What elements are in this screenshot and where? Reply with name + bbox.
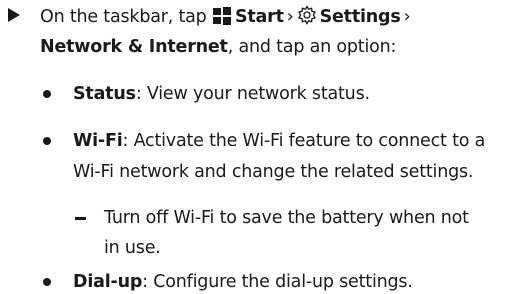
option-desc-cont: Wi-Fi network and change the related set… [73, 162, 474, 182]
option-desc: : Configure the dial-up settings. [142, 272, 413, 292]
step-suffix: , and tap an option: [227, 37, 397, 57]
option-name: Wi-Fi [73, 131, 123, 151]
gear-icon [297, 5, 316, 25]
bullet-icon [43, 278, 51, 286]
step-prefix: On the taskbar, tap [40, 7, 207, 27]
dash-icon [75, 217, 86, 220]
option-wifi-line-1: Wi-Fi: Activate the Wi-Fi feature to con… [73, 130, 485, 152]
option-name: Status [73, 84, 136, 104]
option-desc: : Activate the Wi-Fi feature to connect … [122, 131, 486, 151]
subitem-line-2: in use. [104, 237, 161, 259]
network-label: Network & Internet [40, 37, 228, 57]
step-line-2: Network & Internet, and tap an option: [40, 36, 396, 58]
bullet-icon [43, 137, 51, 145]
step-line-1: On the taskbar, tap Start › Settings › [40, 5, 413, 28]
windows-start-icon [212, 7, 231, 25]
separator-2: › [403, 7, 411, 27]
subitem-line-1: Turn off Wi-Fi to save the battery when … [104, 207, 469, 229]
option-name: Dial-up [73, 272, 143, 292]
option-status: Status: View your network status. [73, 83, 370, 105]
settings-label: Settings [319, 7, 401, 27]
subitem-text: Turn off Wi-Fi to save the battery when … [104, 208, 469, 228]
step-arrow-icon [8, 8, 20, 22]
subitem-text-cont: in use. [104, 238, 161, 258]
bullet-icon [43, 90, 51, 98]
option-desc: : View your network status. [135, 84, 370, 104]
option-wifi-line-2: Wi-Fi network and change the related set… [73, 161, 473, 183]
option-dialup: Dial-up: Configure the dial-up settings. [73, 271, 413, 293]
separator: › [286, 7, 294, 27]
start-label: Start [234, 7, 284, 27]
